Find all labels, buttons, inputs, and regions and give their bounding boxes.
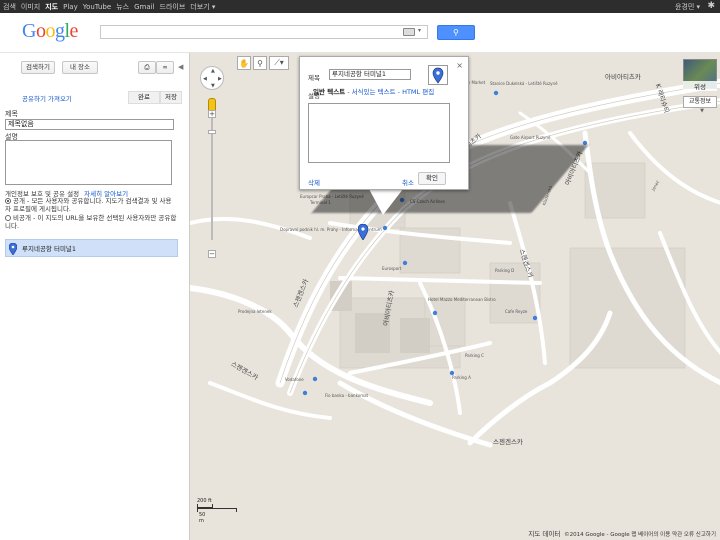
poi-label: Parking A (452, 375, 471, 380)
poi-label: Gate Airport Ruzyně (510, 135, 551, 140)
map-description-input[interactable] (5, 140, 172, 185)
pan-control[interactable]: ▲ ▼ ◀ ▶ (200, 66, 224, 90)
ok-button[interactable]: 확인 (418, 172, 446, 185)
traffic-button[interactable]: 교통정보 (683, 96, 717, 108)
link-icon[interactable]: ∞ (156, 61, 174, 74)
gear-icon[interactable]: ✱ (707, 1, 715, 11)
search-maps-button[interactable]: 검색하기 (21, 61, 55, 74)
blue-pin-icon (9, 243, 17, 255)
logo-letter: G (22, 20, 36, 42)
poi-label: Parking D (495, 268, 515, 273)
hand-tool-icon[interactable]: ✋ (237, 56, 251, 70)
gbar-link-maps[interactable]: 지도 (45, 2, 58, 12)
search-button[interactable]: ⚲ (437, 25, 475, 40)
title-label: 제목 (5, 110, 18, 118)
pan-left-icon[interactable]: ◀ (203, 76, 207, 82)
scale-label-m: 50 m (199, 512, 206, 524)
infowindow-title-label: 제목 (308, 74, 320, 82)
header: Google ▾ ⚲ (0, 13, 720, 53)
marker-style-button[interactable] (428, 65, 448, 85)
street-label: 아비아티츠카 (605, 73, 641, 81)
map-footer: 지도 데이터 ©2014 Google - Google 맵 베이어의 이용 약… (528, 528, 716, 538)
keyboard-icon[interactable] (403, 28, 415, 36)
street-label: 스젠겐스카 (493, 438, 523, 446)
poi-label: Fio banka - bankomat (325, 393, 369, 398)
report-problem-link[interactable]: 오류 신고하기 (684, 532, 716, 538)
pan-up-icon[interactable]: ▲ (211, 68, 215, 74)
poi-label: Hotel Mazzo Mediterranean Bistro (428, 297, 496, 302)
placemark-title-input[interactable]: 루지네공항 터미널1 (329, 69, 411, 80)
placemark-list-item[interactable]: 루지네공항 터미널1 (5, 239, 178, 257)
gbar-link-gmail[interactable]: Gmail (134, 3, 154, 11)
plain-text-mode[interactable]: 일반 텍스트 (313, 88, 345, 96)
public-option[interactable]: 공개 - 모든 사용자와 공유합니다. 지도가 검색결과 및 사용자 프로필에 … (5, 197, 177, 213)
infowindow-tail (369, 189, 403, 215)
map-marker-icon[interactable] (358, 224, 368, 240)
gbar-link-play[interactable]: Play (63, 3, 78, 11)
google-logo[interactable]: Google (22, 20, 78, 43)
edit-toolbar: ✋ ⚲ ⟋▾ (237, 56, 289, 70)
placemark-infowindow: × 제목 루지네공항 터미널1 설명 일반 텍스트 - 서식있는 텍스트 - H… (299, 56, 469, 190)
gbar-link-images[interactable]: 이미지 (21, 2, 40, 12)
chevron-down-icon[interactable]: ▼ (700, 108, 704, 114)
logo-letter: o (45, 20, 55, 42)
gbar-link-drive[interactable]: 드라이브 (160, 2, 186, 12)
share-link[interactable]: 공유하기 가져오기 (22, 93, 72, 103)
poi-label: Eurosport (382, 266, 402, 271)
placemark-name: 루지네공항 터미널1 (22, 245, 77, 253)
scale-bar: 200 ft 50 m (197, 498, 237, 524)
account-menu[interactable]: 윤경민 ▾ (675, 2, 700, 12)
left-panel: 검색하기 내 장소 ⎙ ∞ ◀ 공유하기 가져오기 완료 저장 제목 제목없음 … (0, 53, 187, 540)
gbar-link-youtube[interactable]: YouTube (83, 3, 111, 11)
gbar-link-more[interactable]: 더보기 ▾ (190, 2, 215, 12)
edit-mode-links: 일반 텍스트 - 서식있는 텍스트 - HTML 편집 (313, 88, 435, 96)
poi-label: Vodafone (285, 377, 304, 382)
zoom-slider[interactable]: + − (208, 106, 216, 258)
rich-text-mode[interactable]: 서식있는 텍스트 (352, 88, 396, 96)
public-radio[interactable] (5, 198, 11, 204)
close-icon[interactable]: × (456, 61, 463, 70)
google-bar: 검색 이미지 지도 Play YouTube 뉴스 Gmail 드라이브 더보기… (0, 0, 720, 13)
poi-label: Prodejna letenek (238, 309, 272, 314)
placemark-description-input[interactable] (308, 103, 450, 163)
map-title-input[interactable]: 제목없음 (5, 119, 174, 130)
blue-pin-icon (432, 67, 444, 84)
gbar-link-news[interactable]: 뉴스 (116, 2, 129, 12)
marker-tool-icon[interactable]: ⚲ (253, 56, 267, 70)
zoom-out-button[interactable]: − (208, 250, 216, 258)
poi-label: Cafe Reyze (505, 309, 528, 314)
gbar-link-search[interactable]: 검색 (3, 2, 16, 12)
pan-down-icon[interactable]: ▼ (211, 83, 215, 89)
collapse-panel-icon[interactable]: ◀ (178, 63, 183, 71)
poi-label: Stanice Dukelská - Letiště Ruzyně (490, 81, 558, 86)
copyright-text[interactable]: ©2014 Google - Google 맵 베이어의 이용 약관 (564, 532, 682, 538)
public-option-text: 공개 - 모든 사용자와 공유합니다. 지도가 검색결과 및 사용자 프로필에 … (5, 197, 172, 213)
chevron-down-icon[interactable]: ▾ (418, 27, 421, 34)
gbar-links: 검색 이미지 지도 Play YouTube 뉴스 Gmail 드라이브 더보기… (3, 0, 215, 13)
logo-letter: e (69, 20, 79, 42)
map-canvas[interactable]: 아비아티츠카 아비아티츠카 스젠겐스카 스젠겐스카 스젠겐스카 스젠겐스카 아비… (189, 53, 720, 540)
cancel-link[interactable]: 취소 (402, 177, 414, 187)
save-button[interactable]: 저장 (160, 91, 182, 104)
private-radio[interactable] (5, 215, 11, 221)
private-option-text: 비공개 - 이 지도의 URL을 보유한 선택된 사용자와만 공유합니다. (5, 214, 177, 230)
done-button[interactable]: 완료 (128, 91, 160, 104)
pan-right-icon[interactable]: ▶ (218, 76, 222, 82)
search-icon: ⚲ (453, 28, 459, 37)
my-places-button[interactable]: 내 장소 (62, 61, 98, 74)
delete-link[interactable]: 삭제 (308, 177, 320, 187)
satellite-label[interactable]: 위성 (683, 81, 717, 91)
html-edit-mode[interactable]: HTML 편집 (402, 88, 434, 96)
map-data-label[interactable]: 지도 데이터 (528, 530, 560, 538)
zoom-track[interactable] (211, 118, 213, 240)
zoom-in-button[interactable]: + (208, 110, 216, 118)
line-tool-icon[interactable]: ⟋▾ (269, 56, 289, 70)
print-icon[interactable]: ⎙ (138, 61, 156, 74)
search-input[interactable] (100, 25, 428, 39)
poi-label: Parking C (465, 353, 484, 358)
zoom-thumb[interactable] (208, 130, 216, 134)
private-option[interactable]: 비공개 - 이 지도의 URL을 보유한 선택된 사용자와만 공유합니다. (5, 214, 177, 230)
